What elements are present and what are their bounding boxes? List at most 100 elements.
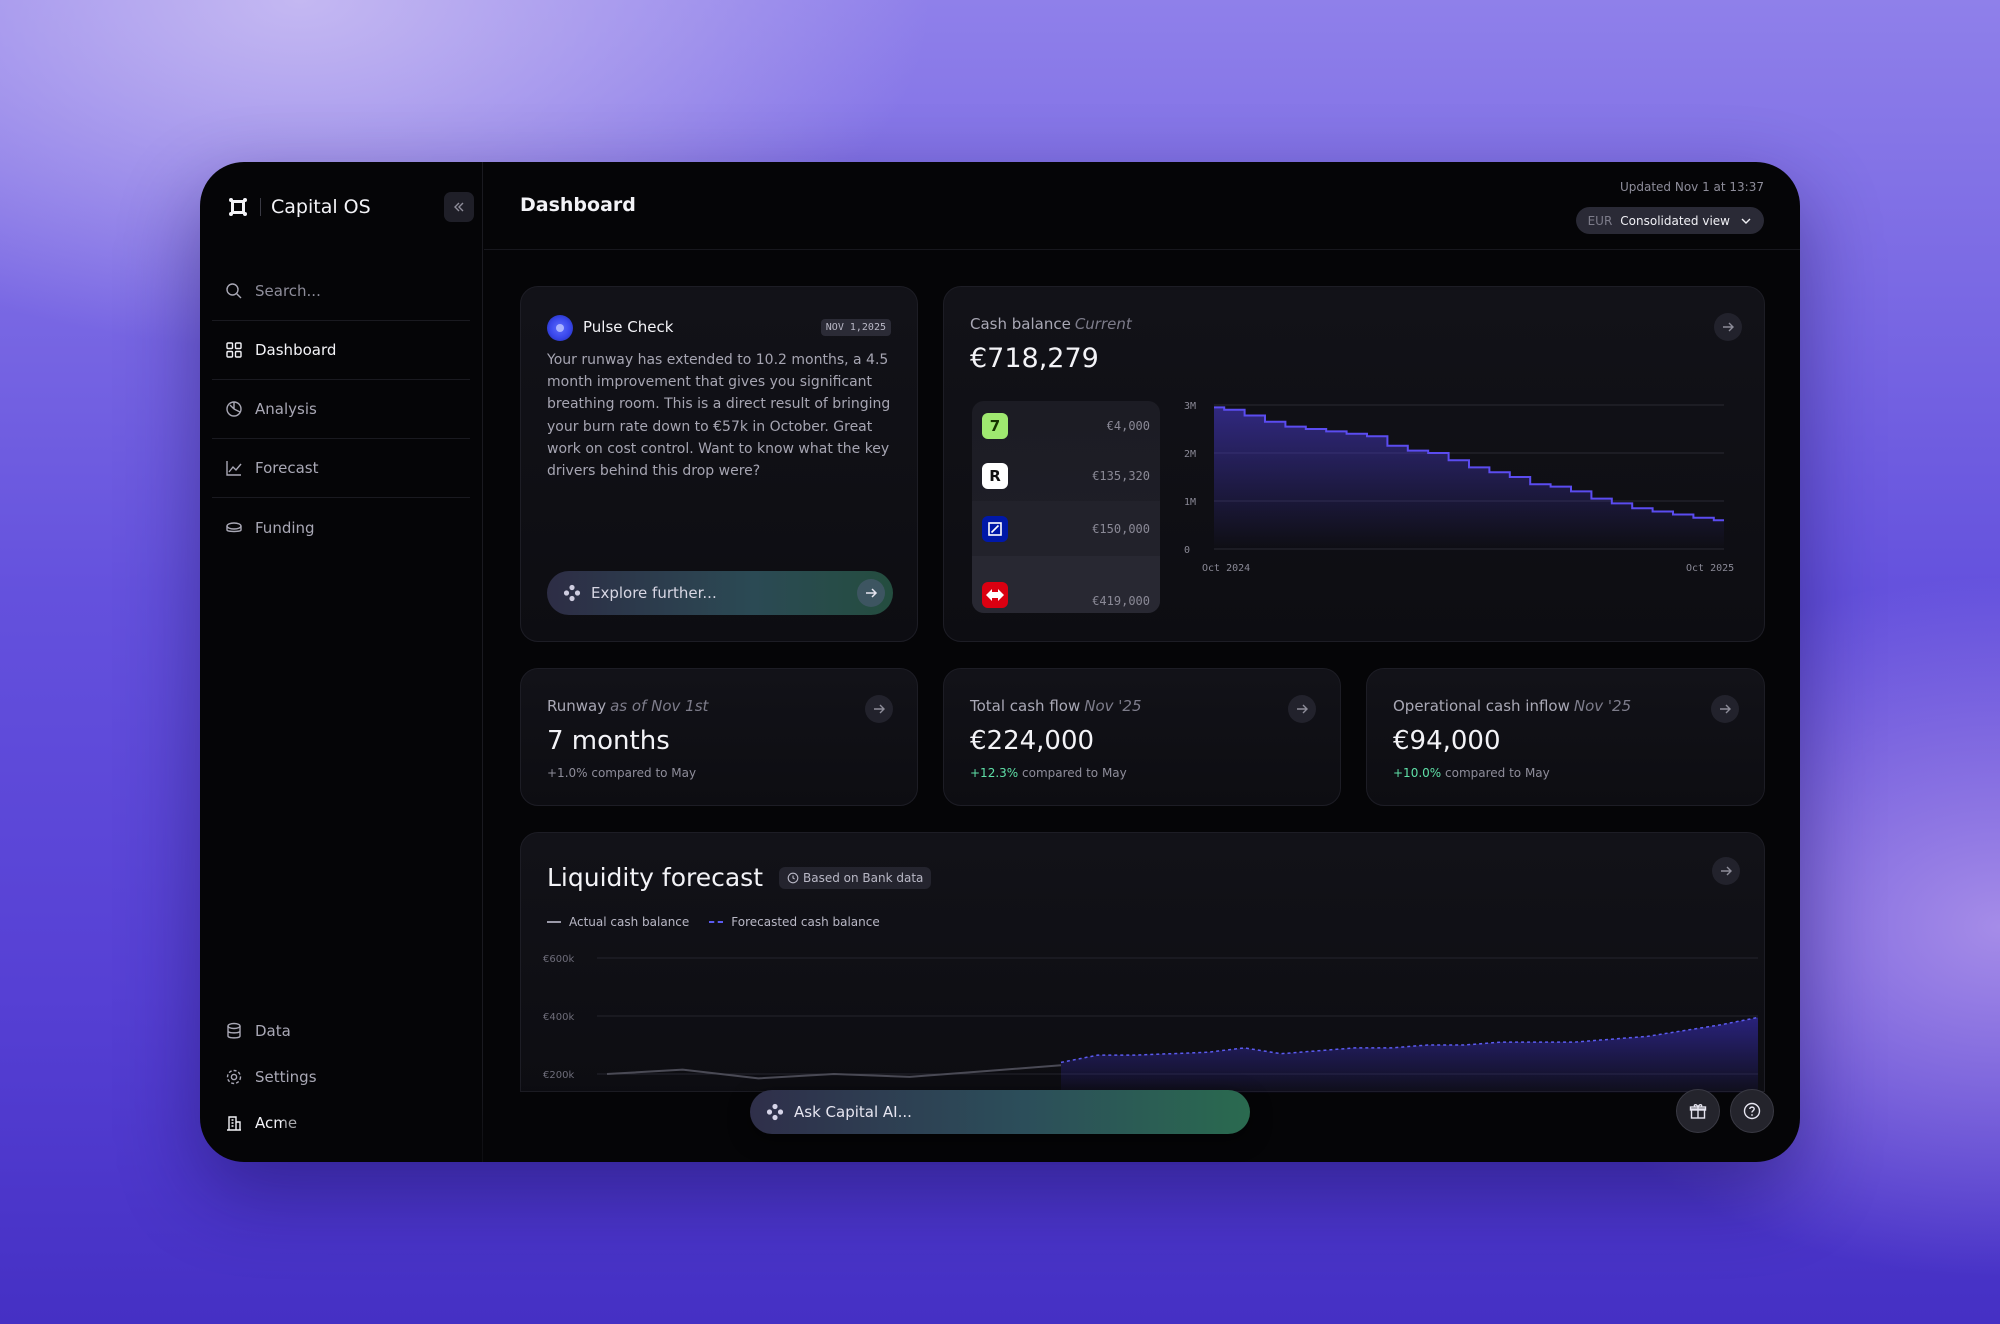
arrow-right-icon (1721, 866, 1732, 876)
liquidity-chart: €600k €400k €200k (543, 954, 1759, 1093)
view-selector[interactable]: EUR Consolidated view (1575, 207, 1764, 234)
kpi-delta-suffix: compared to May (1018, 766, 1127, 780)
bank-amount: €135,320 (1092, 469, 1150, 483)
sidebar-item-funding[interactable]: Funding (212, 498, 470, 557)
bank-accounts-list: 7 €4,000 R €135,320 €150,000 €419,000 (972, 401, 1160, 613)
cash-balance-card[interactable]: Cash balance Current €718,279 7 €4,000 R … (943, 286, 1765, 642)
collapse-sidebar-button[interactable] (444, 192, 474, 222)
gift-button[interactable] (1676, 1089, 1720, 1133)
sidebar-item-dashboard[interactable]: Dashboard (212, 321, 470, 380)
arrow-right-icon (874, 704, 885, 714)
search-icon (224, 281, 244, 301)
help-button[interactable] (1730, 1089, 1774, 1133)
bank-amount: €419,000 (1092, 594, 1150, 608)
cash-flow-open-button[interactable] (1288, 695, 1316, 723)
hsbc-logo-icon (982, 582, 1008, 608)
liquidity-forecast-card[interactable]: Liquidity forecast Based on Bank data Ac… (520, 832, 1765, 1093)
kpi-delta: +10.0% compared to May (1393, 766, 1550, 780)
kpi-value: €224,000 (970, 726, 1095, 756)
analysis-icon (224, 399, 244, 419)
badge-label: Based on Bank data (803, 871, 924, 885)
brand[interactable]: Capital OS (228, 192, 371, 222)
kpi-value: €94,000 (1393, 726, 1501, 756)
cash-open-button[interactable] (1714, 313, 1742, 341)
kpi-value: 7 months (547, 726, 670, 756)
search-input[interactable]: Search... (255, 282, 321, 300)
sidebar-item-label: Forecast (255, 459, 319, 477)
sidebar-item-label: Funding (255, 518, 315, 537)
search-box[interactable]: Search... (212, 262, 470, 321)
pulse-title: Pulse Check (583, 318, 674, 336)
kpi-delta-value: +10.0% (1393, 766, 1442, 780)
x-tick-label: Oct 2025 (1686, 563, 1734, 574)
currency-label: EUR (1587, 213, 1613, 228)
y-tick-label: 2M (1184, 449, 1196, 460)
pulse-text: Your runway has extended to 10.2 months,… (547, 352, 891, 480)
kpi-delta-suffix: compared to May (1441, 766, 1550, 780)
funding-icon (224, 518, 244, 538)
cash-balance-value: €718,279 (970, 343, 1099, 374)
liquidity-title: Liquidity forecast (547, 863, 763, 892)
runway-open-button[interactable] (865, 695, 893, 723)
kpi-delta: +1.0% compared to May (547, 766, 696, 780)
sidebar-nav: Search... Dashboard Analysis Forecast Fu… (212, 262, 470, 557)
updated-timestamp: Updated Nov 1 at 13:37 (1619, 180, 1764, 194)
kpi-label-text: Runway (547, 697, 607, 715)
arrow-right-icon (1297, 704, 1308, 714)
y-tick-label: €600k (543, 954, 574, 965)
revolut-logo-icon: R (982, 463, 1008, 489)
ask-ai-button[interactable]: Ask Capital AI... (750, 1090, 1250, 1134)
runway-card[interactable]: Runway as of Nov 1st 7 months +1.0% compa… (520, 668, 918, 806)
cash-label-text: Cash balance (970, 315, 1071, 333)
y-tick-label: 0 (1184, 545, 1190, 556)
sidebar-item-settings[interactable]: Settings (212, 1054, 470, 1100)
deutsche-bank-logo-icon (982, 515, 1008, 542)
ai-sparkle-icon (563, 584, 581, 602)
bank-row-revolut[interactable]: R €135,320 (972, 451, 1160, 501)
legend-forecast-swatch (709, 921, 724, 923)
bank-row-hsbc[interactable]: €419,000 (972, 556, 1160, 613)
sidebar-item-label: Analysis (255, 400, 317, 418)
page-title: Dashboard (520, 194, 636, 216)
sidebar-item-organization[interactable]: Acme (212, 1100, 470, 1146)
operational-cash-inflow-card[interactable]: Operational cash inflow Nov '25 €94,000 +… (1366, 668, 1765, 806)
y-tick-label: €400k (543, 1012, 574, 1023)
liquidity-open-button[interactable] (1712, 857, 1740, 885)
sidebar-item-label: Dashboard (255, 341, 337, 359)
brand-name: Capital OS (271, 196, 371, 218)
cash-area (1214, 407, 1724, 549)
wise-logo-icon: 7 (982, 413, 1008, 439)
arrow-right-icon (857, 579, 885, 607)
sidebar-item-forecast[interactable]: Forecast (212, 439, 470, 498)
y-tick-label: 1M (1184, 497, 1196, 508)
y-tick-label: 3M (1184, 401, 1196, 412)
database-icon (224, 1021, 244, 1041)
kpi-qualifier: Nov '25 (1573, 697, 1632, 715)
kpi-label: Operational cash inflow Nov '25 (1393, 697, 1631, 715)
y-tick-label: €200k (543, 1070, 574, 1081)
bank-row-wise[interactable]: 7 €4,000 (972, 401, 1160, 451)
sidebar-item-data[interactable]: Data (212, 1008, 470, 1054)
ai-sparkle-icon (766, 1103, 784, 1121)
grid-icon (224, 340, 244, 360)
sidebar-item-analysis[interactable]: Analysis (212, 380, 470, 439)
cash-balance-chart: 0 1M 2M 3M Oct 2024 Oct 2025 (1184, 401, 1734, 574)
forecast-area (1061, 1017, 1758, 1093)
explore-further-button[interactable]: Explore further... (547, 571, 893, 615)
kpi-label: Total cash flow Nov '25 (970, 697, 1142, 715)
brand-logo-icon (229, 198, 247, 216)
total-cash-flow-card[interactable]: Total cash flow Nov '25 €224,000 +12.3% c… (943, 668, 1341, 806)
kpi-delta-suffix: compared to May (587, 766, 697, 780)
chart-legend: Actual cash balance Forecasted cash bala… (547, 915, 880, 929)
sidebar-item-label: Acme (255, 1114, 298, 1132)
cash-inflow-open-button[interactable] (1711, 695, 1739, 723)
arrow-right-icon (1723, 322, 1734, 332)
view-label: Consolidated view (1620, 213, 1730, 228)
header: Dashboard Updated Nov 1 at 13:37 EUR Con… (484, 162, 1800, 250)
bank-row-deutsche-bank[interactable]: €150,000 (972, 501, 1160, 556)
actual-line (606, 1064, 1062, 1080)
building-icon (224, 1113, 244, 1133)
bank-amount: €4,000 (1106, 419, 1150, 433)
kpi-label: Runway as of Nov 1st (547, 697, 708, 715)
explore-label: Explore further... (591, 584, 717, 602)
